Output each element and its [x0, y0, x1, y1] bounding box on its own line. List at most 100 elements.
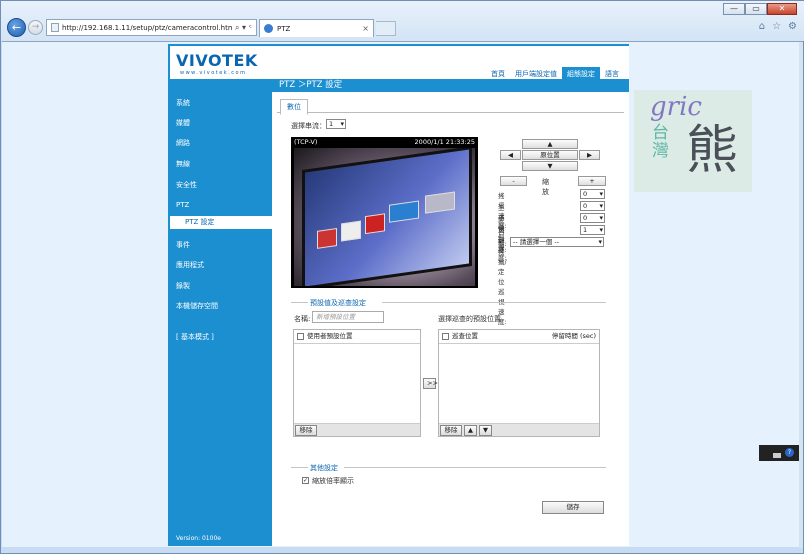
stream-label: 選擇串流：	[291, 122, 326, 130]
pan-speed-select[interactable]: 0	[580, 189, 605, 199]
patrol-list[interactable]: 巡查位置 停留時間 (sec) 移除 ▲ ▼	[438, 329, 600, 437]
user-presets-list[interactable]: 使用者預設位置 移除	[293, 329, 421, 437]
goto-label: 到:	[498, 240, 507, 248]
app-tile	[425, 191, 455, 214]
home-icon[interactable]: ⌂	[759, 21, 765, 32]
sidebar-item-ptz[interactable]: PTZ	[176, 201, 189, 209]
user-presets-header: 使用者預設位置	[294, 330, 420, 344]
sidebar-item-network[interactable]: 網路	[176, 138, 190, 148]
main-content: 數位 選擇串流： 1 (TCP-V) 2000/1/1 21:33:25	[272, 92, 629, 546]
vivotek-logo[interactable]: VIVOTEK	[176, 51, 258, 70]
browser-viewport: VIVOTEK www.vivotek.com 首頁 用戶端設定值 組態設定 語…	[2, 41, 803, 548]
app-tile	[341, 220, 361, 242]
url-text[interactable]: http://192.168.1.11/setup/ptz/cameracont…	[62, 24, 232, 32]
remove-preset-button[interactable]: 移除	[295, 425, 317, 436]
page-header: VIVOTEK www.vivotek.com 首頁 用戶端設定值 組態設定 語…	[170, 46, 629, 81]
tilt-down-button[interactable]: ▼	[522, 161, 578, 171]
sidebar-item-recording[interactable]: 錄製	[176, 281, 190, 291]
zoom-ratio-label: 縮放倍率顯示	[312, 477, 354, 485]
address-bar[interactable]: http://192.168.1.11/setup/ptz/cameracont…	[46, 19, 257, 36]
patrol-list-header: 巡查位置 停留時間 (sec)	[439, 330, 599, 344]
settings-gear-icon[interactable]: ⚙	[788, 21, 797, 32]
minimize-button[interactable]: —	[723, 3, 745, 15]
watermark-text-taiwan: 台灣	[652, 123, 669, 161]
favorites-icon[interactable]: ☆	[772, 21, 781, 32]
watermark-text-bear: 熊	[686, 121, 739, 181]
zoom-speed-select[interactable]: 0	[580, 213, 605, 223]
sidebar-item-system[interactable]: 系統	[176, 98, 190, 108]
patrol-select-label: 選擇巡查的預設位置	[438, 315, 501, 323]
sidebar-item-basic-mode[interactable]: [ 基本模式 ]	[176, 332, 214, 342]
tab-digital[interactable]: 數位	[280, 99, 308, 115]
app-tile	[389, 200, 419, 223]
zoom-ratio-checkbox[interactable]: ✓	[302, 477, 309, 484]
patrol-list-footer: 移除 ▲ ▼	[439, 423, 599, 436]
tab-label: PTZ	[277, 24, 291, 33]
goto-preset-select[interactable]: -- 請選擇一個 --	[510, 237, 604, 247]
sidebar-item-ptz-settings[interactable]: PTZ 設定	[170, 216, 272, 229]
preset-name-label: 名稱:	[294, 315, 311, 323]
page-title: PTZ ＞PTZ 設定	[272, 79, 629, 92]
video-view[interactable]: (TCP-V) 2000/1/1 21:33:25	[291, 137, 478, 288]
add-to-patrol-button[interactable]: >>	[423, 378, 438, 389]
app-tile	[365, 213, 385, 235]
tray-widget: ?	[759, 445, 799, 461]
tilt-speed-select[interactable]: 0	[580, 201, 605, 211]
maximize-button[interactable]: ▭	[745, 3, 767, 15]
tab-ptz[interactable]: PTZ ×	[259, 19, 374, 37]
move-up-button[interactable]: ▲	[464, 425, 477, 436]
window-controls: — ▭ ✕	[723, 3, 797, 15]
select-all-presets-checkbox[interactable]	[297, 333, 304, 340]
preset-section-title: 預設值及巡查設定	[310, 299, 366, 307]
user-presets-title: 使用者預設位置	[307, 332, 353, 340]
tray-keyboard-icon[interactable]	[773, 453, 781, 458]
pan-right-button[interactable]: ▶	[579, 150, 600, 160]
search-icon[interactable]: ⌕ ▾	[235, 23, 246, 33]
home-button[interactable]: 原位置	[522, 150, 578, 160]
help-icon[interactable]: ?	[785, 448, 794, 457]
sidebar-item-local-storage[interactable]: 本機儲存空間	[176, 301, 218, 311]
watermark-logo: gric 台灣 熊	[634, 90, 752, 192]
address-tools: ⌕ ▾ ᶜ	[235, 23, 256, 33]
subtab-divider	[277, 112, 624, 113]
vivotek-logo-url: www.vivotek.com	[180, 70, 247, 76]
stream-select[interactable]: 1	[326, 119, 346, 129]
move-down-button[interactable]: ▼	[479, 425, 492, 436]
preset-name-input[interactable]: 新增預設位置	[312, 311, 384, 323]
forward-button[interactable]: →	[28, 20, 43, 35]
browser-window: — ▭ ✕ ← → http://192.168.1.11/setup/ptz/…	[0, 0, 804, 554]
autopan-speed-select[interactable]: 1	[580, 225, 605, 235]
sidebar-item-event[interactable]: 事件	[176, 240, 190, 250]
app-tile	[317, 228, 337, 249]
sidebar-item-media[interactable]: 媒體	[176, 118, 190, 128]
camera-image	[294, 148, 475, 286]
browser-tools: ⌂ ☆ ⚙	[759, 21, 797, 32]
zoom-in-button[interactable]: +	[578, 176, 606, 186]
video-protocol: (TCP-V)	[294, 138, 318, 146]
sidebar-item-security[interactable]: 安全性	[176, 180, 197, 190]
video-header: (TCP-V) 2000/1/1 21:33:25	[291, 137, 478, 147]
select-all-patrol-checkbox[interactable]	[442, 333, 449, 340]
new-tab-button[interactable]	[376, 21, 396, 36]
other-section-title: 其他設定	[310, 464, 338, 472]
tilt-up-button[interactable]: ▲	[522, 139, 578, 149]
sidebar-item-wireless[interactable]: 無線	[176, 159, 190, 169]
remove-patrol-button[interactable]: 移除	[440, 425, 462, 436]
user-presets-footer: 移除	[294, 423, 420, 436]
back-button[interactable]: ←	[7, 18, 26, 37]
close-window-button[interactable]: ✕	[767, 3, 797, 15]
watermark-text-gric: gric	[650, 92, 702, 122]
vivotek-page: VIVOTEK www.vivotek.com 首頁 用戶端設定值 組態設定 語…	[168, 44, 629, 546]
sidebar-item-applications[interactable]: 應用程式	[176, 260, 204, 270]
tab-close-icon[interactable]: ×	[362, 24, 369, 33]
pan-left-button[interactable]: ◀	[500, 150, 521, 160]
vertical-scrollbar[interactable]	[799, 42, 803, 548]
save-button[interactable]: 儲存	[542, 501, 604, 514]
firmware-version: Version: 0100e	[176, 535, 221, 542]
browser-titlebar: — ▭ ✕ ← → http://192.168.1.11/setup/ptz/…	[1, 1, 804, 41]
tv-screen-image	[302, 148, 472, 286]
page-icon	[51, 23, 59, 32]
zoom-out-button[interactable]: -	[500, 176, 527, 186]
other-section-line-right	[344, 467, 606, 468]
refresh-icon[interactable]: ᶜ	[249, 23, 252, 33]
